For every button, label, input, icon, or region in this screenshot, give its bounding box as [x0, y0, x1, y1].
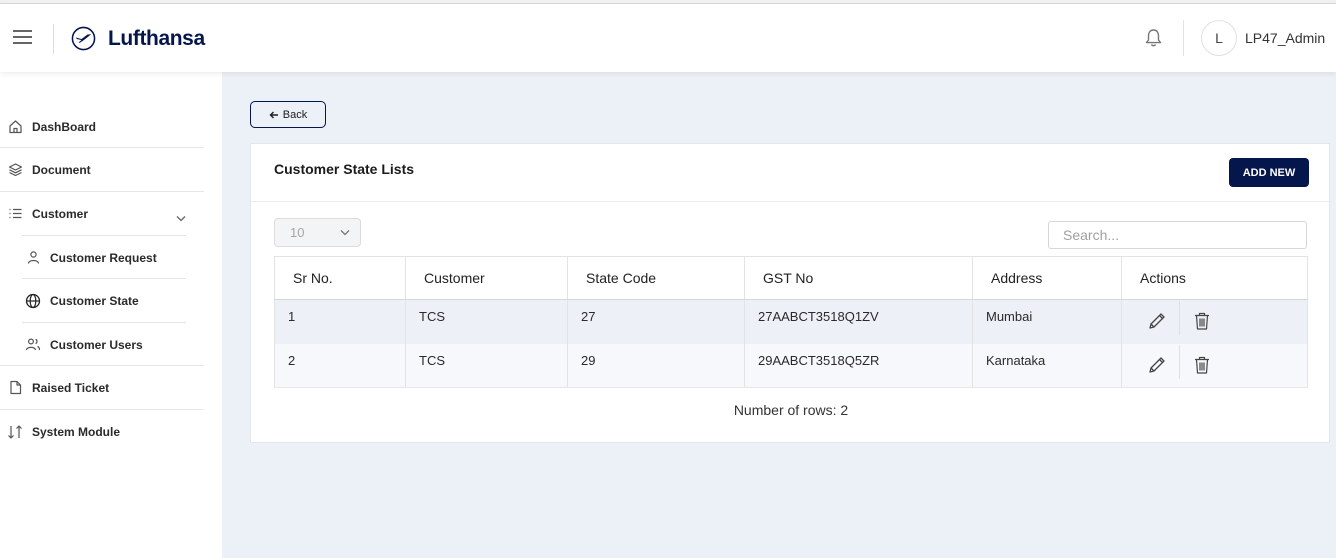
cell-gst-no: 27AABCT3518Q1ZV: [744, 299, 973, 344]
edit-pencil-icon[interactable]: [1147, 311, 1167, 331]
sidebar-item-document[interactable]: Document: [7, 148, 91, 191]
column-header-state-code[interactable]: State Code: [567, 256, 745, 300]
brand-logo[interactable]: Lufthansa: [71, 26, 205, 51]
layers-icon: [7, 162, 23, 178]
sidebar-item-system-module[interactable]: System Module: [7, 410, 120, 453]
globe-icon: [25, 293, 41, 309]
edit-pencil-icon[interactable]: [1147, 355, 1167, 375]
sidebar-item-customer-users[interactable]: Customer Users: [25, 323, 143, 366]
sidebar-item-customer-state[interactable]: Customer State: [25, 279, 139, 322]
cell-sr-no: 1: [274, 299, 406, 344]
brand-name: Lufthansa: [108, 26, 205, 50]
customer-state-table: Sr No. Customer State Code GST No Addres…: [274, 256, 1308, 388]
cell-actions: [1121, 343, 1308, 388]
back-button[interactable]: Back: [250, 101, 326, 128]
sidebar-item-label: Customer Request: [50, 250, 157, 265]
file-icon: [7, 380, 23, 396]
cell-customer: TCS: [405, 299, 568, 344]
list-icon: [7, 206, 23, 222]
user-icon: [25, 250, 41, 266]
delete-trash-icon[interactable]: [1192, 311, 1212, 331]
menu-toggle-icon[interactable]: [13, 30, 32, 44]
sidebar-item-label: Customer State: [50, 293, 139, 308]
cell-gst-no: 29AABCT3518Q5ZR: [744, 343, 973, 388]
cell-customer: TCS: [405, 343, 568, 388]
sidebar-item-customer[interactable]: Customer: [7, 192, 88, 235]
users-icon: [25, 337, 41, 353]
sidebar-item-label: Customer: [32, 206, 89, 221]
column-header-customer[interactable]: Customer: [405, 256, 568, 300]
customer-state-card: Customer State Lists ADD NEW 10 Sr No. C…: [250, 143, 1330, 443]
table-row: 2 TCS 29 29AABCT3518Q5ZR Karnataka: [274, 343, 1308, 388]
column-header-sr-no[interactable]: Sr No.: [274, 256, 406, 300]
avatar[interactable]: L: [1201, 20, 1237, 56]
sidebar-item-label: Document: [32, 162, 91, 177]
action-divider: [1179, 301, 1180, 335]
back-button-label: Back: [282, 108, 308, 121]
sidebar-item-dashboard[interactable]: DashBoard: [7, 105, 96, 148]
column-header-gst-no[interactable]: GST No: [744, 256, 973, 300]
action-divider: [1179, 344, 1180, 379]
cell-address: Mumbai: [972, 299, 1122, 344]
sidebar-item-label: Customer Users: [50, 337, 143, 352]
sort-arrows-icon: [7, 424, 23, 440]
arrow-left-icon: [269, 111, 278, 118]
cell-state-code: 29: [567, 343, 745, 388]
table-row: 1 TCS 27 27AABCT3518Q1ZV Mumbai: [274, 299, 1308, 344]
sidebar-item-label: DashBoard: [32, 119, 97, 134]
column-header-address[interactable]: Address: [972, 256, 1122, 300]
chevron-down-icon: [340, 230, 350, 236]
table-header-row: Sr No. Customer State Code GST No Addres…: [274, 256, 1308, 300]
cell-state-code: 27: [567, 299, 745, 344]
chevron-down-icon[interactable]: [176, 209, 186, 227]
column-header-actions: Actions: [1121, 256, 1308, 300]
search-input[interactable]: [1048, 221, 1307, 249]
sidebar-item-customer-request[interactable]: Customer Request: [25, 236, 157, 279]
sidebar-item-label: System Module: [32, 424, 121, 439]
username-label[interactable]: LP47_Admin: [1245, 30, 1325, 46]
sidebar-item-raised-ticket[interactable]: Raised Ticket: [7, 366, 109, 409]
sidebar-item-label: Raised Ticket: [32, 380, 110, 395]
add-new-button[interactable]: ADD NEW: [1229, 158, 1309, 187]
top-header: Lufthansa L LP47_Admin: [0, 4, 1336, 72]
cell-actions: [1121, 299, 1308, 344]
row-count-label: Number of rows: 2: [733, 402, 849, 418]
cell-address: Karnataka: [972, 343, 1122, 388]
sidebar: DashBoard Document Customer Customer Req…: [0, 72, 222, 558]
notification-bell-icon[interactable]: [1144, 28, 1163, 53]
page-size-value: 10: [290, 225, 305, 240]
page-title: Customer State Lists: [274, 161, 415, 177]
cell-sr-no: 2: [274, 343, 406, 388]
delete-trash-icon[interactable]: [1192, 355, 1212, 375]
crane-logo-icon: [71, 26, 96, 51]
header-divider: [53, 24, 54, 54]
page-size-select[interactable]: 10: [274, 218, 361, 247]
home-icon: [7, 119, 23, 135]
card-divider: [251, 201, 1329, 202]
header-divider: [1183, 20, 1184, 56]
